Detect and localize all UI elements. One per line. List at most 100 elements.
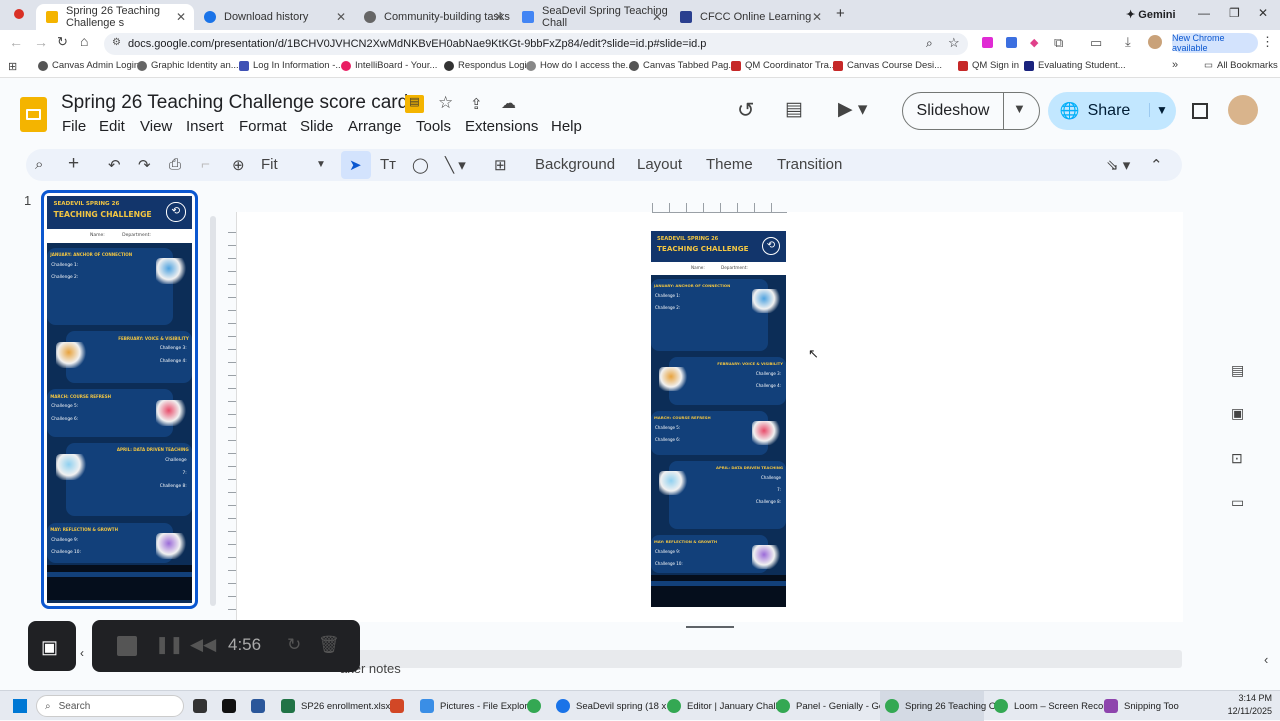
taskbar-app-seadevil[interactable]: SeaDevil spring (18 x xyxy=(556,699,666,713)
windows-start-icon[interactable] xyxy=(12,698,28,714)
download-icon[interactable]: ⤓ xyxy=(1125,34,1131,50)
menu-file[interactable]: File xyxy=(62,118,86,135)
menu-slide[interactable]: Slide xyxy=(300,118,333,135)
menu-edit[interactable]: Edit xyxy=(99,118,125,135)
profile-avatar[interactable] xyxy=(1148,35,1162,49)
gemini-button[interactable]: ✦ Gemini xyxy=(1126,8,1176,21)
bookmark-item[interactable]: Respondus Login xyxy=(444,60,532,71)
document-title[interactable]: Spring 26 Teaching Challenge score card xyxy=(61,92,408,114)
bookmark-item[interactable]: How do I access the... xyxy=(526,60,633,71)
transition-button[interactable]: Transition xyxy=(777,156,842,173)
tab-download-history[interactable]: Download history ✕ xyxy=(194,4,354,30)
zoom-select[interactable]: Fit ▼ xyxy=(261,156,326,173)
back-icon[interactable]: ← xyxy=(9,34,23,50)
close-window-icon[interactable]: ✕ xyxy=(1258,6,1268,20)
text-box-icon[interactable]: Tт xyxy=(380,156,396,173)
menu-tools[interactable]: Tools xyxy=(416,118,451,135)
apps-grid-icon[interactable]: ⊞ xyxy=(8,60,17,73)
close-tab-icon[interactable]: ✕ xyxy=(494,10,504,24)
tab-cfcc-online[interactable]: CFCC Online Learning ✕ xyxy=(670,4,830,30)
taskbar-app-spring-26[interactable]: Spring 26 Teaching C xyxy=(885,699,996,713)
bookmark-item[interactable]: Graphic Identity an... xyxy=(137,60,239,71)
menu-extensions[interactable]: Extensions xyxy=(465,118,538,135)
move-folder-icon[interactable]: ⇪ xyxy=(470,95,483,113)
side-panel-toggle-icon[interactable]: ‹ xyxy=(1264,652,1268,667)
bookmark-item[interactable]: QM Sign in xyxy=(958,60,1019,71)
more-bookmarks-icon[interactable]: » xyxy=(1172,59,1178,71)
bookmark-item[interactable]: Canvas Admin Login xyxy=(38,60,139,71)
bookmark-item[interactable]: IntelliBoard - Your... xyxy=(341,60,437,71)
share-button[interactable]: 🌐 Share xyxy=(1048,92,1142,130)
select-cursor-icon[interactable]: ➤ xyxy=(349,156,362,174)
theme-button[interactable]: Theme xyxy=(706,156,753,173)
taskbar-app-excel[interactable]: SP26 enrollment.xlsx xyxy=(281,699,390,713)
taskbar-app-file-explorer[interactable]: Pictures - File Explor xyxy=(420,699,528,713)
menu-format[interactable]: Format xyxy=(239,118,287,135)
meet-camera-icon[interactable]: ▶ ▾ xyxy=(838,98,867,121)
clock-time[interactable]: 3:14 PM xyxy=(1216,693,1272,703)
background-button[interactable]: Background xyxy=(535,156,615,173)
menu-view[interactable]: View xyxy=(140,118,172,135)
slide-thumbnail[interactable]: SEADEVIL SPRING 26 TEACHING CHALLENGE ⟲ Nam… xyxy=(41,190,198,609)
chrome-icon[interactable] xyxy=(527,699,547,713)
folder-icon[interactable]: ▭ xyxy=(1231,494,1244,511)
tab-community-building[interactable]: Community-building tasks ✕ xyxy=(354,4,512,30)
line-icon[interactable]: ╲ ▾ xyxy=(445,156,466,174)
bookmark-item[interactable]: QM Coordinator Tra... xyxy=(731,60,837,71)
menu-help[interactable]: Help xyxy=(551,118,582,135)
gemini-panel-icon[interactable] xyxy=(1192,103,1208,119)
zoom-icon[interactable]: ⌕ xyxy=(926,36,933,51)
print-icon[interactable]: ⎙ xyxy=(169,156,181,173)
bookmark-item[interactable]: Canvas Tabbed Pag... xyxy=(629,60,736,71)
slides-badge-icon[interactable]: ▤ xyxy=(405,95,424,113)
close-tab-icon[interactable]: ✕ xyxy=(812,10,822,24)
slideshow-button[interactable]: Slideshow xyxy=(903,93,1004,129)
filmstrip-scrollbar[interactable] xyxy=(210,216,216,606)
zoom-icon[interactable]: ⊕ xyxy=(232,156,245,174)
keep-icon[interactable]: ▤ xyxy=(1231,362,1244,379)
close-tab-icon[interactable]: ✕ xyxy=(176,10,186,24)
version-history-icon[interactable]: ↺ xyxy=(737,98,755,123)
star-icon[interactable]: ☆ xyxy=(438,93,453,113)
search-menus-icon[interactable]: ⌕ xyxy=(35,156,43,173)
taskbar-app-editor[interactable]: Editor | January Chall xyxy=(667,699,778,713)
account-avatar[interactable] xyxy=(1228,95,1258,125)
pen-icon[interactable]: ⇘ ▾ xyxy=(1106,156,1130,174)
pause-icon[interactable]: ❚❚ xyxy=(155,635,184,655)
restart-icon[interactable]: ↻ xyxy=(287,635,301,655)
recorder-camera-button[interactable]: ▣ xyxy=(28,621,76,671)
tab-seadevil-spring[interactable]: SeaDevil Spring Teaching Chall ✕ xyxy=(512,4,670,30)
new-chrome-available-button[interactable]: New Chrome available xyxy=(1172,33,1258,53)
undo-icon[interactable]: ↶ xyxy=(108,156,121,174)
minimize-icon[interactable]: — xyxy=(1198,6,1210,20)
extensions-puzzle-icon[interactable]: ⧉ xyxy=(1054,35,1063,51)
bookmark-item[interactable]: Canvas Course Desi... xyxy=(833,60,942,71)
comment-add-icon[interactable]: ⊞ xyxy=(494,156,507,174)
cast-icon[interactable]: ▭ xyxy=(1090,35,1102,51)
task-view-icon[interactable] xyxy=(193,699,213,713)
rewind-icon[interactable]: ◀◀ xyxy=(190,635,216,655)
redo-icon[interactable]: ↷ xyxy=(138,156,151,174)
extension-icon[interactable] xyxy=(982,37,993,48)
recorder-collapse-icon[interactable]: ‹ xyxy=(80,646,84,660)
extension-icon[interactable]: ◆ xyxy=(1030,36,1038,49)
home-icon[interactable]: ⌂ xyxy=(80,33,88,49)
paint-format-icon[interactable]: ⌐ xyxy=(201,156,210,173)
forward-icon[interactable]: → xyxy=(34,34,48,50)
menu-insert[interactable]: Insert xyxy=(186,118,224,135)
new-tab-icon[interactable]: + xyxy=(836,5,845,22)
slides-logo-icon[interactable] xyxy=(20,97,47,132)
reload-icon[interactable]: ↻ xyxy=(57,34,68,50)
site-info-icon[interactable]: ⚙ xyxy=(112,37,121,48)
layout-button[interactable]: Layout xyxy=(637,156,682,173)
main-slide[interactable]: SEADEVIL SPRING 26 TEACHING CHALLENGE ⟲ Nam… xyxy=(651,231,786,607)
new-slide-icon[interactable]: + xyxy=(68,153,79,175)
url-field[interactable]: ⚙ docs.google.com/presentation/d/1BCHV0J… xyxy=(104,33,968,55)
collapse-toolbar-icon[interactable]: ⌃ xyxy=(1150,156,1163,174)
bookmark-item[interactable]: Log In Information -... xyxy=(239,60,343,71)
delete-icon[interactable]: 🗑 xyxy=(318,635,340,655)
terminal-icon[interactable] xyxy=(222,699,242,713)
tab-spring-26[interactable]: Spring 26 Teaching Challenge s ✕ xyxy=(36,4,194,30)
taskbar-app-loom[interactable]: Loom – Screen Recor xyxy=(994,699,1106,713)
clock-date[interactable]: 12/11/2025 xyxy=(1216,706,1272,716)
